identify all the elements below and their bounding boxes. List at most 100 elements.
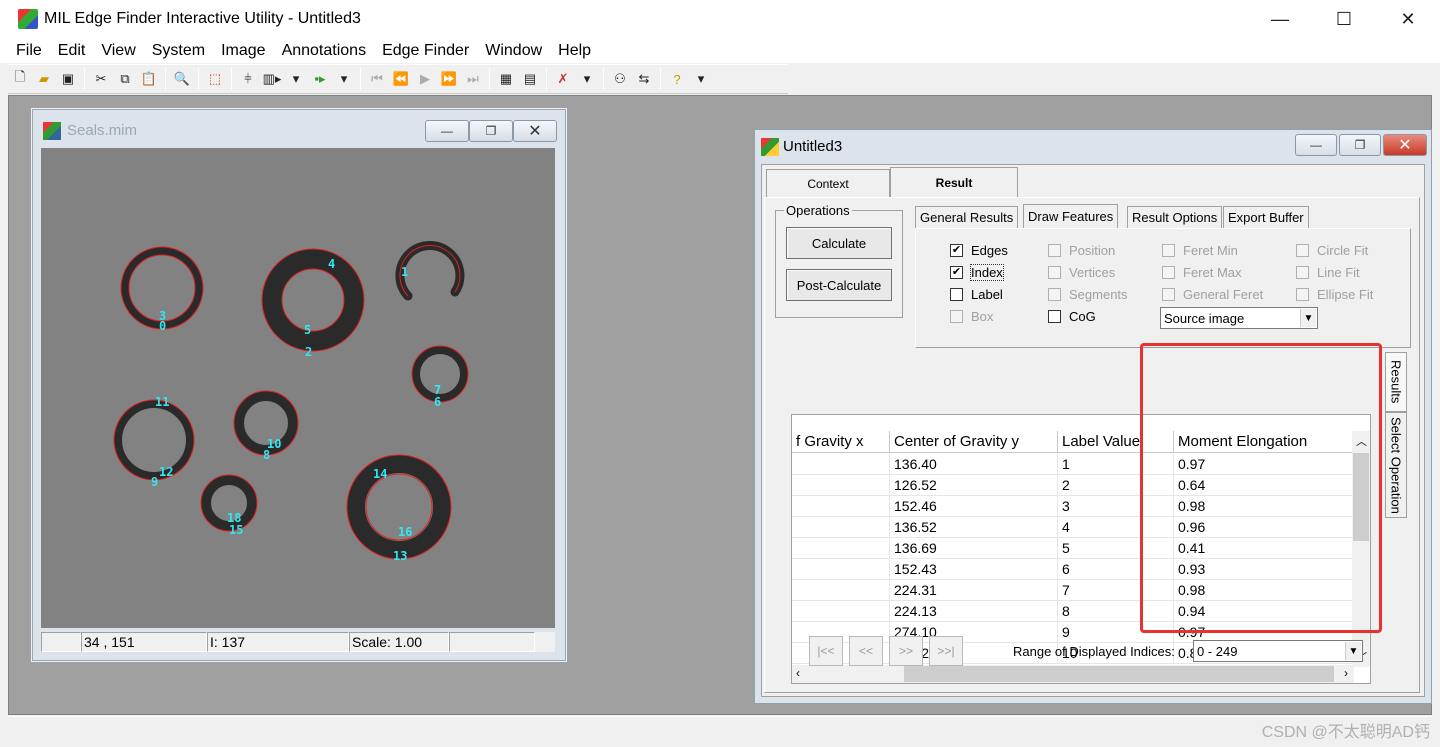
grid-cell[interactable]: 136.52: [890, 517, 1058, 538]
menu-bar: File Edit View System Image Annotations …: [0, 38, 1440, 63]
properties-icon[interactable]: ▤: [518, 68, 542, 90]
tab-result-options[interactable]: Result Options: [1127, 206, 1223, 228]
grid-cell[interactable]: [792, 538, 890, 559]
grid-cell[interactable]: [792, 580, 890, 601]
new-icon[interactable]: 🗋: [8, 68, 32, 90]
post-calculate-button[interactable]: Post-Calculate: [786, 269, 892, 301]
seals-close-button[interactable]: ✕: [513, 120, 557, 142]
menu-file[interactable]: File: [16, 42, 42, 60]
last-page-button[interactable]: >>|: [929, 636, 963, 666]
grid-cell[interactable]: 152.46: [890, 496, 1058, 517]
minimize-button[interactable]: —: [1248, 0, 1312, 38]
draw-icon[interactable]: ✗: [551, 68, 575, 90]
run-icon[interactable]: ▪▸: [308, 68, 332, 90]
save-icon[interactable]: ▣: [56, 68, 80, 90]
tab-context[interactable]: Context: [766, 169, 890, 197]
menu-image[interactable]: Image: [221, 42, 265, 60]
zoom-icon[interactable]: 🔍: [170, 68, 194, 90]
prev-icon[interactable]: ⏪: [389, 68, 413, 90]
last-icon[interactable]: ⏭: [461, 68, 485, 90]
grid-cell[interactable]: [792, 601, 890, 622]
tab-draw-features[interactable]: Draw Features: [1023, 204, 1119, 228]
paste-icon[interactable]: 📋: [137, 68, 161, 90]
step-dropdown-icon[interactable]: ▾: [284, 68, 308, 90]
grid-cell[interactable]: [792, 517, 890, 538]
select-rect-icon[interactable]: ⬚: [203, 68, 227, 90]
export-icon[interactable]: ⇆: [632, 68, 656, 90]
grid-cell[interactable]: 136.69: [890, 538, 1058, 559]
tab-export-buffer[interactable]: Export Buffer: [1223, 206, 1309, 228]
menu-edit[interactable]: Edit: [58, 42, 86, 60]
range-select[interactable]: 0 - 249 ▼: [1193, 640, 1363, 662]
operations-group: Operations Calculate Post-Calculate: [775, 203, 903, 318]
open-icon[interactable]: ▰: [32, 68, 56, 90]
menu-annotations[interactable]: Annotations: [282, 42, 367, 60]
source-image-select[interactable]: Source image ▼: [1160, 307, 1318, 329]
menu-window[interactable]: Window: [485, 42, 542, 60]
prev-page-button[interactable]: <<: [849, 636, 883, 666]
context-minimize-button[interactable]: —: [1295, 134, 1337, 156]
checkbox-index[interactable]: ✔ Index: [950, 264, 1004, 281]
context-close-button[interactable]: ✕: [1383, 134, 1427, 156]
scroll-left-icon[interactable]: ‹: [796, 666, 800, 680]
menu-view[interactable]: View: [101, 42, 135, 60]
copy-icon[interactable]: ⧉: [113, 68, 137, 90]
result-icon[interactable]: ⚇: [608, 68, 632, 90]
grid-cell[interactable]: [792, 475, 890, 496]
checkbox-circle-fit[interactable]: Circle Fit: [1296, 243, 1368, 258]
calibrate-icon[interactable]: ⫩: [236, 68, 260, 90]
calculate-button[interactable]: Calculate: [786, 227, 892, 259]
grid-cell[interactable]: [792, 559, 890, 580]
menu-system[interactable]: System: [152, 42, 205, 60]
help-dropdown-icon[interactable]: ▾: [689, 68, 713, 90]
play-icon[interactable]: ▶: [413, 68, 437, 90]
cut-icon[interactable]: ✂: [89, 68, 113, 90]
seals-image[interactable]: 3 0 4 1 5 2 7 6 11 10 8 12 9 14 18 15 16 13: [41, 148, 555, 628]
grid-cell[interactable]: 136.40: [890, 454, 1058, 475]
next-page-button[interactable]: >>: [889, 636, 923, 666]
first-icon[interactable]: ⏮: [365, 68, 389, 90]
first-page-button[interactable]: |<<: [809, 636, 843, 666]
horizontal-scroll-thumb[interactable]: [904, 666, 1334, 682]
seals-image-canvas: 3041527611108129141815 1613: [41, 148, 555, 628]
seals-minimize-button[interactable]: —: [425, 120, 469, 142]
column-header[interactable]: f Gravity x: [792, 431, 890, 453]
menu-help[interactable]: Help: [558, 42, 591, 60]
draw-dropdown-icon[interactable]: ▾: [575, 68, 599, 90]
grid-cell[interactable]: [792, 454, 890, 475]
checkbox-general-feret[interactable]: General Feret: [1162, 287, 1263, 302]
seals-maximize-button[interactable]: ❐: [469, 120, 513, 142]
menu-edge-finder[interactable]: Edge Finder: [382, 42, 469, 60]
checkbox-label[interactable]: Label: [950, 287, 1003, 302]
grid-icon[interactable]: ▦: [494, 68, 518, 90]
checkbox-position[interactable]: Position: [1048, 243, 1115, 258]
side-tab-select-operation[interactable]: Select Operation: [1385, 412, 1407, 518]
scroll-right-icon[interactable]: ›: [1344, 666, 1348, 680]
checkbox-cog[interactable]: CoG: [1048, 309, 1096, 324]
close-button[interactable]: ✕: [1376, 0, 1440, 38]
checkbox-ellipse-fit[interactable]: Ellipse Fit: [1296, 287, 1373, 302]
column-header[interactable]: Center of Gravity y: [890, 431, 1058, 453]
run-dropdown-icon[interactable]: ▾: [332, 68, 356, 90]
tab-result[interactable]: Result: [890, 167, 1018, 197]
maximize-button[interactable]: ☐: [1312, 0, 1376, 38]
grid-cell[interactable]: 224.13: [890, 601, 1058, 622]
help-icon[interactable]: ?: [665, 68, 689, 90]
grid-cell[interactable]: 126.52: [890, 475, 1058, 496]
checkbox-line-fit[interactable]: Line Fit: [1296, 265, 1360, 280]
grid-horizontal-scrollbar[interactable]: ‹ ›: [792, 665, 1354, 683]
checkbox-box[interactable]: Box: [950, 309, 993, 324]
grid-cell[interactable]: [792, 496, 890, 517]
checkbox-feret-max[interactable]: Feret Max: [1162, 265, 1242, 280]
side-tab-results[interactable]: Results: [1385, 352, 1407, 412]
checkbox-feret-min[interactable]: Feret Min: [1162, 243, 1238, 258]
context-maximize-button[interactable]: ❐: [1339, 134, 1381, 156]
checkbox-edges[interactable]: ✔ Edges: [950, 243, 1008, 258]
grid-cell[interactable]: 224.31: [890, 580, 1058, 601]
checkbox-vertices[interactable]: Vertices: [1048, 265, 1115, 280]
next-icon[interactable]: ⏩: [437, 68, 461, 90]
step-icon[interactable]: ▥▸: [260, 68, 284, 90]
checkbox-segments[interactable]: Segments: [1048, 287, 1128, 302]
tab-general-results[interactable]: General Results: [915, 206, 1019, 228]
grid-cell[interactable]: 152.43: [890, 559, 1058, 580]
